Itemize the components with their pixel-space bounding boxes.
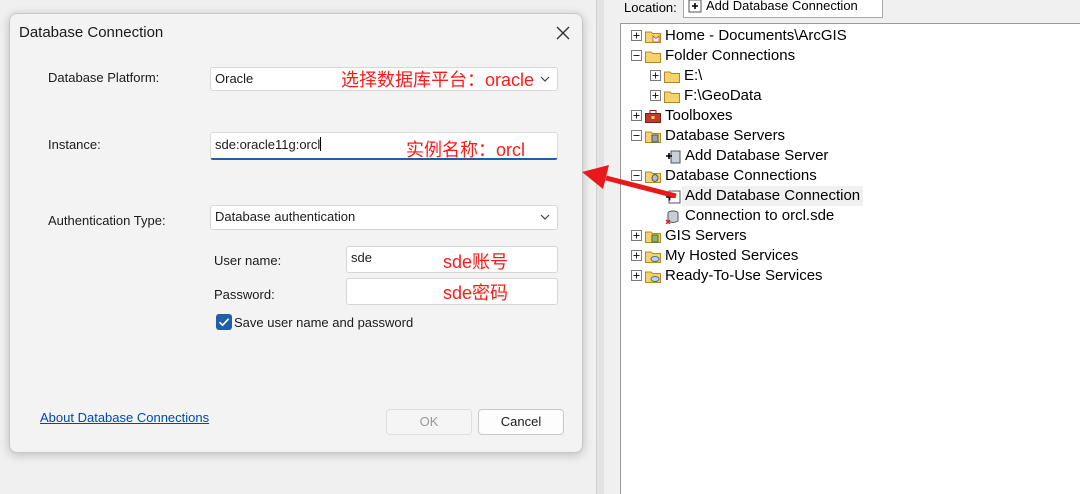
tree-node-label: GIS Servers (665, 227, 747, 244)
tree-node-label: Toolboxes (665, 107, 733, 124)
collapse-minus-icon[interactable] (631, 50, 642, 61)
instance-annotation: 实例名称：orcl (406, 140, 526, 160)
database-connections-icon (645, 171, 661, 183)
add-database-connection-icon (666, 190, 681, 204)
collapse-minus-icon[interactable] (631, 130, 642, 141)
database-connection-dialog: Database Connection Database Platform: O… (9, 13, 583, 453)
folder-icon (664, 71, 680, 83)
tree-node-label: F:\GeoData (684, 87, 762, 104)
toolbox-icon (645, 110, 661, 123)
tree-node-label: Add Database Server (685, 147, 829, 164)
ready-services-icon (645, 271, 661, 283)
folder-icon (645, 51, 661, 63)
username-annotation: sde账号 (443, 252, 509, 272)
collapse-minus-icon[interactable] (631, 170, 642, 181)
expand-plus-icon[interactable] (650, 70, 661, 81)
chevron-down-icon (540, 214, 550, 220)
location-field[interactable]: Add Database Connection (683, 0, 883, 18)
tree-node-label: E:\ (684, 67, 703, 84)
auth-type-label: Authentication Type: (48, 213, 166, 228)
tree-node-label: My Hosted Services (665, 247, 799, 264)
instance-label: Instance: (48, 137, 101, 152)
save-credentials-checkbox[interactable] (216, 314, 232, 330)
tree-node-label: Connection to orcl.sde (685, 207, 835, 224)
cancel-button[interactable]: Cancel (478, 409, 564, 435)
database-server-icon (645, 131, 661, 143)
text-caret (320, 137, 322, 151)
folder-icon (664, 91, 680, 103)
catalog-tree: Home - Documents\ArcGIS Folder Connectio… (620, 23, 1080, 494)
username-value: sde (351, 250, 372, 265)
tree-node-label: Home - Documents\ArcGIS (665, 27, 847, 44)
tree-node-label: Ready-To-Use Services (665, 267, 823, 284)
home-folder-icon (645, 31, 661, 43)
username-label: User name: (214, 253, 282, 268)
gis-server-icon (645, 231, 661, 243)
platform-value: Oracle (215, 71, 254, 86)
password-annotation: sde密码 (443, 283, 509, 303)
add-database-server-icon (666, 150, 681, 164)
expand-plus-icon[interactable] (631, 110, 642, 121)
tree-node-label: Database Connections (665, 167, 817, 184)
save-credentials-label: Save user name and password (234, 315, 414, 330)
hosted-services-icon (645, 251, 661, 263)
add-database-connection-icon (688, 0, 702, 13)
about-database-connections-link[interactable]: About Database Connections (40, 410, 209, 425)
chevron-down-icon (540, 76, 550, 82)
pane-splitter[interactable] (596, 0, 604, 494)
catalog-pane: Location: Add Database Connection Home -… (604, 0, 1080, 494)
auth-type-value: Database authentication (215, 209, 356, 224)
database-connection-icon (665, 210, 679, 224)
tree-node-label: Database Servers (665, 127, 786, 144)
location-value: Add Database Connection (706, 0, 858, 13)
password-label: Password: (214, 287, 275, 302)
tree-node-label: Folder Connections (665, 47, 796, 64)
ok-button[interactable]: OK (386, 409, 472, 435)
expand-plus-icon[interactable] (631, 30, 642, 41)
tree-node-label: Add Database Connection (682, 186, 864, 206)
expand-plus-icon[interactable] (631, 250, 642, 261)
auth-type-select[interactable]: Database authentication (210, 205, 558, 230)
close-icon (556, 26, 570, 40)
platform-annotation: 选择数据库平台：oracle (341, 70, 535, 90)
expand-plus-icon[interactable] (631, 230, 642, 241)
platform-label: Database Platform: (48, 70, 160, 85)
checkmark-icon (218, 318, 230, 327)
location-label: Location: (624, 0, 677, 15)
close-button[interactable] (550, 20, 576, 46)
dialog-title: Database Connection (19, 24, 164, 41)
expand-plus-icon[interactable] (650, 90, 661, 101)
expand-plus-icon[interactable] (631, 270, 642, 281)
instance-value: sde:oracle11g:orcl (215, 137, 321, 152)
